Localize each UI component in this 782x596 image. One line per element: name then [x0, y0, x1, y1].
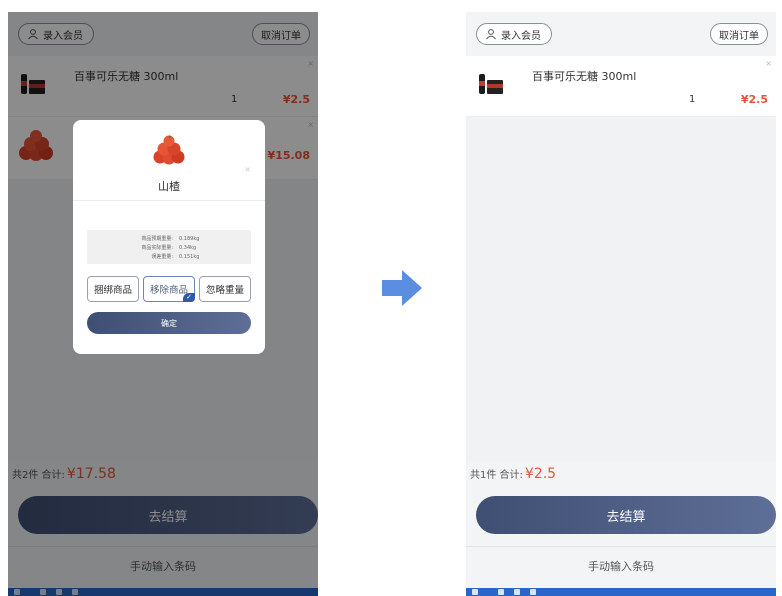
actual-weight-label: 商品实际重量:: [141, 245, 173, 251]
cart-item[interactable]: 百事可乐无糖 300ml 1 ¥2.5 ×: [466, 56, 776, 117]
enter-member-button[interactable]: 录入会员: [476, 23, 552, 45]
total-line: 共1件 合计: ¥2.5: [470, 466, 556, 482]
weight-mismatch-dialog: × 山楂 商品预期重量: 0.189kg 商品实际重量: 0.34kg 误差重量: 0…: [73, 120, 265, 354]
actual-weight-value: 0.34kg: [179, 244, 197, 251]
confirm-button[interactable]: 确定: [87, 312, 251, 334]
total-amount: ¥2.5: [524, 466, 557, 482]
bundle-product-button[interactable]: 捆绑商品: [87, 276, 139, 302]
error-weight-value: 0.151kg: [179, 253, 200, 260]
expected-weight-value: 0.189kg: [179, 235, 200, 242]
cart-list: 百事可乐无糖 300ml 1 ¥2.5 ×: [466, 56, 776, 117]
top-bar: 录入会员 取消订单: [466, 12, 776, 56]
product-name: 百事可乐无糖 300ml: [532, 70, 637, 83]
product-price: ¥2.5: [740, 93, 768, 106]
cancel-order-button[interactable]: 取消订单: [710, 23, 768, 45]
ignore-weight-button[interactable]: 忽略重量: [199, 276, 251, 302]
error-weight-label: 误差重量:: [151, 254, 173, 260]
total-label: 共1件 合计:: [470, 470, 523, 481]
screen-before: 录入会员 取消订单 百事可乐无糖 300ml 1 ¥2.5 × ¥15.08 ×…: [8, 12, 318, 596]
weight-info-panel: 商品预期重量: 0.189kg 商品实际重量: 0.34kg 误差重量: 0.151k…: [87, 230, 251, 264]
system-nav-bar: [466, 588, 776, 596]
expected-weight-label: 商品预期重量:: [141, 236, 173, 242]
remove-item-icon[interactable]: ×: [765, 59, 772, 68]
manual-barcode-button[interactable]: 手动输入条码: [466, 546, 776, 585]
remove-product-button[interactable]: 移除商品 ✓: [143, 276, 195, 302]
enter-member-label: 录入会员: [501, 30, 541, 42]
action-options: 捆绑商品 移除商品 ✓ 忽略重量: [87, 276, 251, 302]
screen-after: 录入会员 取消订单 百事可乐无糖 300ml 1 ¥2.5 × 共1件 合计: …: [466, 12, 776, 596]
user-icon: [486, 29, 496, 40]
modal-product-name: 山楂: [158, 180, 180, 193]
pepsi-bottles-icon: [479, 74, 503, 94]
hawthorn-icon: [153, 135, 185, 165]
close-icon[interactable]: ×: [244, 165, 251, 174]
checkout-footer: 共1件 合计: ¥2.5 去结算 手动输入条码: [466, 462, 776, 596]
divider: [73, 200, 265, 201]
remove-product-label: 移除商品: [149, 285, 188, 296]
product-quantity: 1: [689, 94, 696, 105]
check-icon: ✓: [183, 293, 195, 302]
checkout-button[interactable]: 去结算: [476, 496, 776, 534]
arrow-right-icon: [382, 270, 422, 306]
